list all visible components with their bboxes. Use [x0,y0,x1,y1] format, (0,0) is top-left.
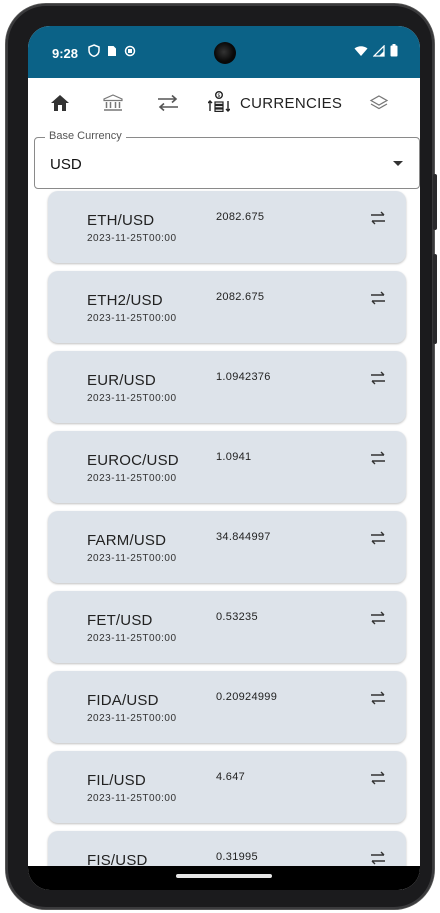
rate-date: 2023-11-25T00:00 [87,233,177,244]
layers-icon[interactable] [366,90,392,116]
currency-rate-card[interactable]: ETH/USD 2023-11-25T00:00 2082.675 [48,191,406,263]
exchange-rate: 4.647 [216,771,246,783]
currency-pair: ETH2/USD [87,292,163,309]
currency-rate-card[interactable]: FET/USD 2023-11-25T00:00 0.53235 [48,591,406,663]
swap-icon[interactable] [370,290,386,306]
rate-date: 2023-11-25T00:00 [87,313,177,324]
currency-rate-card[interactable]: EUR/USD 2023-11-25T00:00 1.0942376 [48,351,406,423]
top-tab-bar: $ CURRENCIES [28,78,420,128]
screen: 9:28 $ CURRENCIES Base Currency USD ETH/… [28,26,420,890]
front-camera [214,42,236,64]
home-gesture-bar[interactable] [176,874,272,878]
bank-icon[interactable] [100,90,126,116]
volume-button [433,254,437,344]
transfer-icon[interactable] [155,90,181,116]
swap-icon[interactable] [370,690,386,706]
currency-pair: EUR/USD [87,372,156,389]
base-currency-select[interactable]: Base Currency USD [34,130,420,189]
currency-pair: FIDA/USD [87,692,159,709]
currency-pair: EUROC/USD [87,452,179,469]
status-bar: 9:28 [28,26,420,78]
sync-icon [124,44,136,62]
home-icon[interactable] [47,90,73,116]
rate-date: 2023-11-25T00:00 [87,633,177,644]
signal-icon [372,44,385,62]
currency-exchange-icon: $ [207,90,231,117]
power-button [433,174,437,230]
rate-date: 2023-11-25T00:00 [87,713,177,724]
sim-card-icon [107,44,117,62]
currency-rate-card[interactable]: FIDA/USD 2023-11-25T00:00 0.20924999 [48,671,406,743]
tab-currencies-label: CURRENCIES [240,94,343,112]
phone-frame: 9:28 $ CURRENCIES Base Currency USD ETH/… [6,4,437,909]
rate-date: 2023-11-25T00:00 [87,793,177,804]
exchange-rate: 34.844997 [216,531,271,543]
shield-icon [88,44,100,62]
rate-date: 2023-11-25T00:00 [87,393,177,404]
svg-text:$: $ [217,93,220,99]
exchange-rate: 1.0942376 [216,371,271,383]
swap-icon[interactable] [370,370,386,386]
currency-pair: FIL/USD [87,772,146,789]
swap-icon[interactable] [370,770,386,786]
currency-rate-card[interactable]: FARM/USD 2023-11-25T00:00 34.844997 [48,511,406,583]
currency-rate-card[interactable]: ETH2/USD 2023-11-25T00:00 2082.675 [48,271,406,343]
currency-pair: FARM/USD [87,532,167,549]
exchange-rate: 2082.675 [216,211,265,223]
swap-icon[interactable] [370,210,386,226]
dropdown-arrow-icon[interactable] [393,161,403,166]
currency-pair: FET/USD [87,612,153,629]
tab-currencies[interactable]: $ CURRENCIES [207,90,343,117]
currency-pair: ETH/USD [87,212,155,229]
status-time: 9:28 [52,46,79,61]
exchange-rate: 0.53235 [216,611,258,623]
rate-date: 2023-11-25T00:00 [87,473,177,484]
swap-icon[interactable] [370,530,386,546]
navigation-bar [28,866,420,890]
rate-date: 2023-11-25T00:00 [87,553,177,564]
currency-rate-card[interactable]: EUROC/USD 2023-11-25T00:00 1.0941 [48,431,406,503]
exchange-rate: 0.20924999 [216,691,278,703]
swap-icon[interactable] [370,610,386,626]
exchange-rate: 0.31995 [216,851,258,863]
swap-icon[interactable] [370,850,386,866]
swap-icon[interactable] [370,450,386,466]
base-currency-value: USD [50,156,82,173]
wifi-icon [354,44,368,62]
battery-icon [390,44,398,62]
exchange-rate: 1.0941 [216,451,252,463]
currency-rate-card[interactable]: FIL/USD 2023-11-25T00:00 4.647 [48,751,406,823]
base-currency-label: Base Currency [45,130,126,142]
exchange-rate: 2082.675 [216,291,265,303]
